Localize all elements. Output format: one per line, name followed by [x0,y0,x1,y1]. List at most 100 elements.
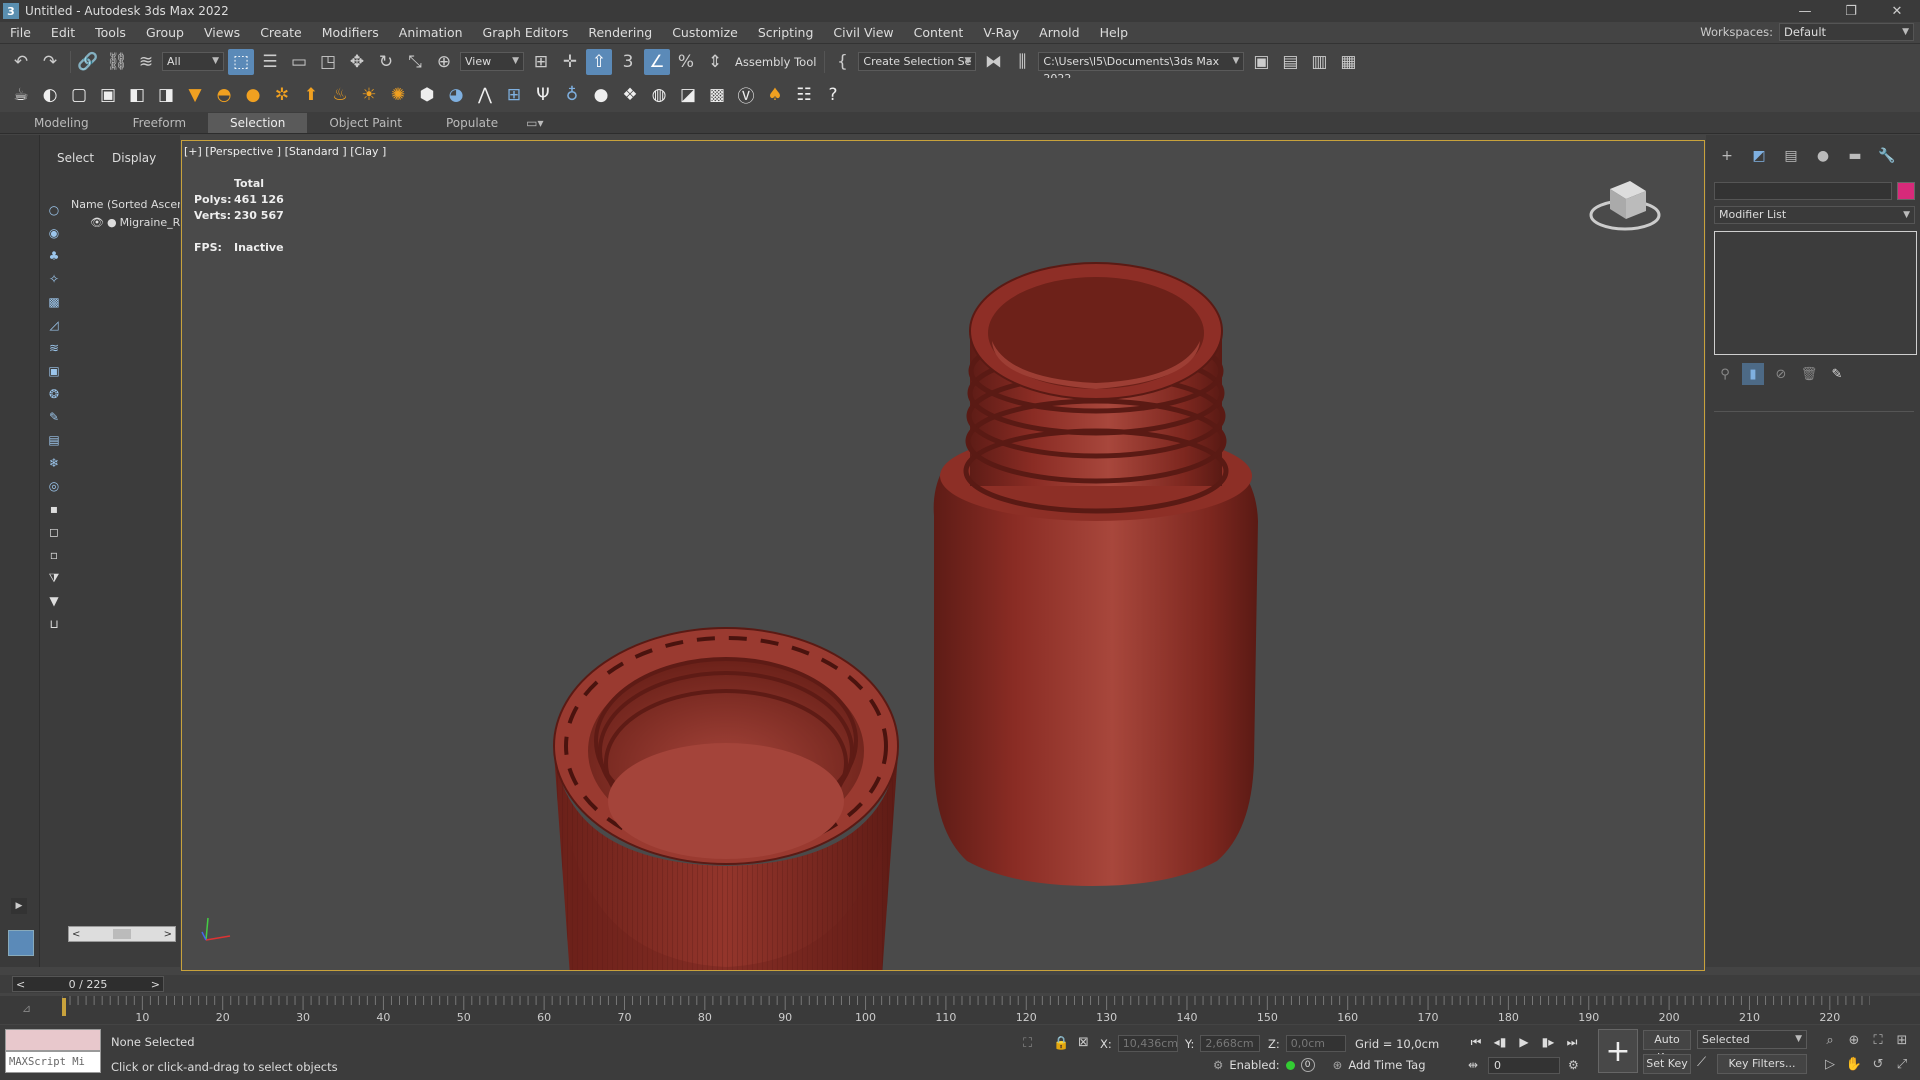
selection-filter-dropdown[interactable]: All ▼ [162,52,224,71]
ribbon-options-icon[interactable]: ▭▾ [520,113,549,133]
field-of-view-icon[interactable]: ▷ [1820,1054,1840,1074]
select-by-name-icon[interactable]: ☰ [257,49,283,75]
perspective-viewport[interactable]: [+] [Perspective ] [Standard ] [Clay ] T… [181,140,1705,971]
material-palette-icon[interactable]: ◍ [646,82,672,108]
tab-object-paint[interactable]: Object Paint [307,113,424,133]
menu-create[interactable]: Create [250,22,312,44]
tab-display[interactable]: Display [112,151,156,165]
auto-key-button[interactable]: Auto Key [1643,1030,1691,1064]
scene-explorer-toggle-icon[interactable]: ▣ [1248,49,1274,75]
material-sphere-icon[interactable]: ● [588,82,614,108]
time-tag-icon[interactable]: ⊛ [1333,1058,1343,1072]
rectangular-selection-icon[interactable]: ▭ [286,49,312,75]
current-frame-field[interactable]: 0 [1488,1057,1560,1074]
unlink-icon[interactable]: ⛓ [104,49,130,75]
add-time-tag[interactable]: Add Time Tag [1348,1058,1425,1072]
render-camera-icon[interactable]: ◨ [153,82,179,108]
zoom-icon[interactable]: ⌕ [1820,1030,1840,1050]
curve-editor-icon[interactable]: ▦ [1335,49,1361,75]
list-item[interactable]: 👁 ● Migraine_R [70,213,180,231]
display-all-icon[interactable]: ▪ [43,498,65,520]
default-in-out-tangents-icon[interactable]: ⟋ [1697,1055,1706,1070]
select-manipulate-icon[interactable]: ✛ [557,49,583,75]
display-groups-icon[interactable]: ▣ [43,360,65,382]
tab-freeform[interactable]: Freeform [111,113,208,133]
pivot-center-icon[interactable]: ⊞ [528,49,554,75]
frame-ruler[interactable]: 10 20 30 40 50 60 70 80 90 100 110 120 130 140 150 160 1… [62,996,1870,1024]
align-icon[interactable]: ⫼ [1009,49,1035,75]
zoom-extents-all-icon[interactable]: ⊞ [1892,1030,1912,1050]
x-field[interactable]: 10,436cm [1117,1035,1178,1052]
motion-tab-icon[interactable]: ● [1810,145,1836,167]
scroll-left-icon[interactable]: < [72,929,80,940]
maximize-viewport-icon[interactable]: ⤢ [1892,1054,1912,1074]
ambient-light-icon[interactable]: ♨ [327,82,353,108]
dome-light-icon[interactable]: ◓ [211,82,237,108]
menu-file[interactable]: File [0,22,41,44]
key-selection-dropdown[interactable]: Selected ▼ [1697,1030,1807,1049]
ies-light-icon[interactable]: ⬆ [298,82,324,108]
modifier-list-dropdown[interactable]: Modifier List ▼ [1714,206,1915,224]
toggle-ribbon-icon[interactable]: ▥ [1306,49,1332,75]
time-slider[interactable]: < 0 / 225 > [12,976,164,992]
select-object-icon[interactable]: ⬚ [228,48,254,75]
z-field[interactable]: 0,0cm [1285,1035,1346,1052]
menu-group[interactable]: Group [136,22,194,44]
place-icon[interactable]: ⊕ [431,49,457,75]
find-icon[interactable]: ⊔ [43,613,65,635]
next-key-icon[interactable]: ▮▸ [1539,1033,1557,1051]
display-frozen-icon[interactable]: ❄ [43,452,65,474]
enabled-indicator[interactable] [1285,1060,1295,1070]
workspace-dropdown[interactable]: Default ▼ [1779,23,1914,41]
display-xrefs-icon[interactable]: ❂ [43,383,65,405]
pin-stack-icon[interactable]: ⚲ [1714,363,1736,385]
configure-modifier-sets-icon[interactable]: ✎ [1826,363,1848,385]
maxscript-output[interactable] [5,1029,101,1051]
set-keys-icon[interactable]: + [1598,1029,1638,1073]
previous-frame-icon[interactable]: ◂▮ [1491,1033,1509,1051]
snaps-toggle-icon[interactable]: 3 [615,49,641,75]
batch-render-icon[interactable]: ▩ [704,82,730,108]
display-hidden-icon[interactable]: ◎ [43,475,65,497]
display-shapes-icon[interactable]: ♣ [43,245,65,267]
rotate-icon[interactable]: ↻ [373,49,399,75]
menu-edit[interactable]: Edit [41,22,85,44]
link-icon[interactable]: 🔗 [75,49,101,75]
percent-snap-icon[interactable]: % [673,49,699,75]
adaptive-degradation-icon[interactable]: ⚙ [1213,1058,1223,1072]
display-none-icon[interactable]: ○ [43,199,65,221]
assembly-tool-label[interactable]: Assembly Tool [735,55,816,69]
display-spacewarps-icon[interactable]: ≋ [43,337,65,359]
restore-button[interactable]: ❐ [1828,0,1874,22]
menu-customize[interactable]: Customize [662,22,748,44]
reference-coordinate-dropdown[interactable]: View ▼ [460,52,524,71]
eye-icon[interactable]: 👁 [90,216,104,229]
material-library-icon[interactable]: ❖ [617,82,643,108]
object-name-input[interactable] [1714,182,1892,200]
material-editor-icon[interactable]: ◐ [37,82,63,108]
create-tab-icon[interactable]: + [1714,145,1740,167]
time-configuration-icon[interactable]: ⚙ [1568,1058,1579,1072]
render-setup-icon[interactable]: ▢ [66,82,92,108]
tab-modeling[interactable]: Modeling [12,113,111,133]
menu-content[interactable]: Content [904,22,974,44]
display-invert-icon[interactable]: ◻ [43,521,65,543]
next-frame-icon[interactable]: > [151,978,160,991]
viewport-label-menu[interactable]: [+] [Perspective ] [Standard ] [Clay ] [184,145,386,158]
sun-sky-icon[interactable]: ✺ [385,82,411,108]
vray-sphere-icon[interactable]: ◕ [443,82,469,108]
close-button[interactable]: ✕ [1874,0,1920,22]
sun-light-icon[interactable]: ☀ [356,82,382,108]
minimize-button[interactable]: — [1782,0,1828,22]
menu-rendering[interactable]: Rendering [578,22,662,44]
vray-volume-icon[interactable]: ♁ [559,82,585,108]
bind-space-warp-icon[interactable]: ≋ [133,49,159,75]
vray-fur-icon[interactable]: ⋀ [472,82,498,108]
vray-grass-icon[interactable]: Ψ [530,82,556,108]
mirror-icon[interactable]: ⧓ [980,49,1006,75]
key-mode-toggle-icon[interactable]: ⇹ [1468,1058,1478,1072]
make-unique-icon[interactable]: ⊘ [1770,363,1792,385]
go-to-end-icon[interactable]: ⏭ [1563,1033,1581,1051]
scale-icon[interactable]: ⤡ [402,49,428,75]
menu-animation[interactable]: Animation [389,22,473,44]
